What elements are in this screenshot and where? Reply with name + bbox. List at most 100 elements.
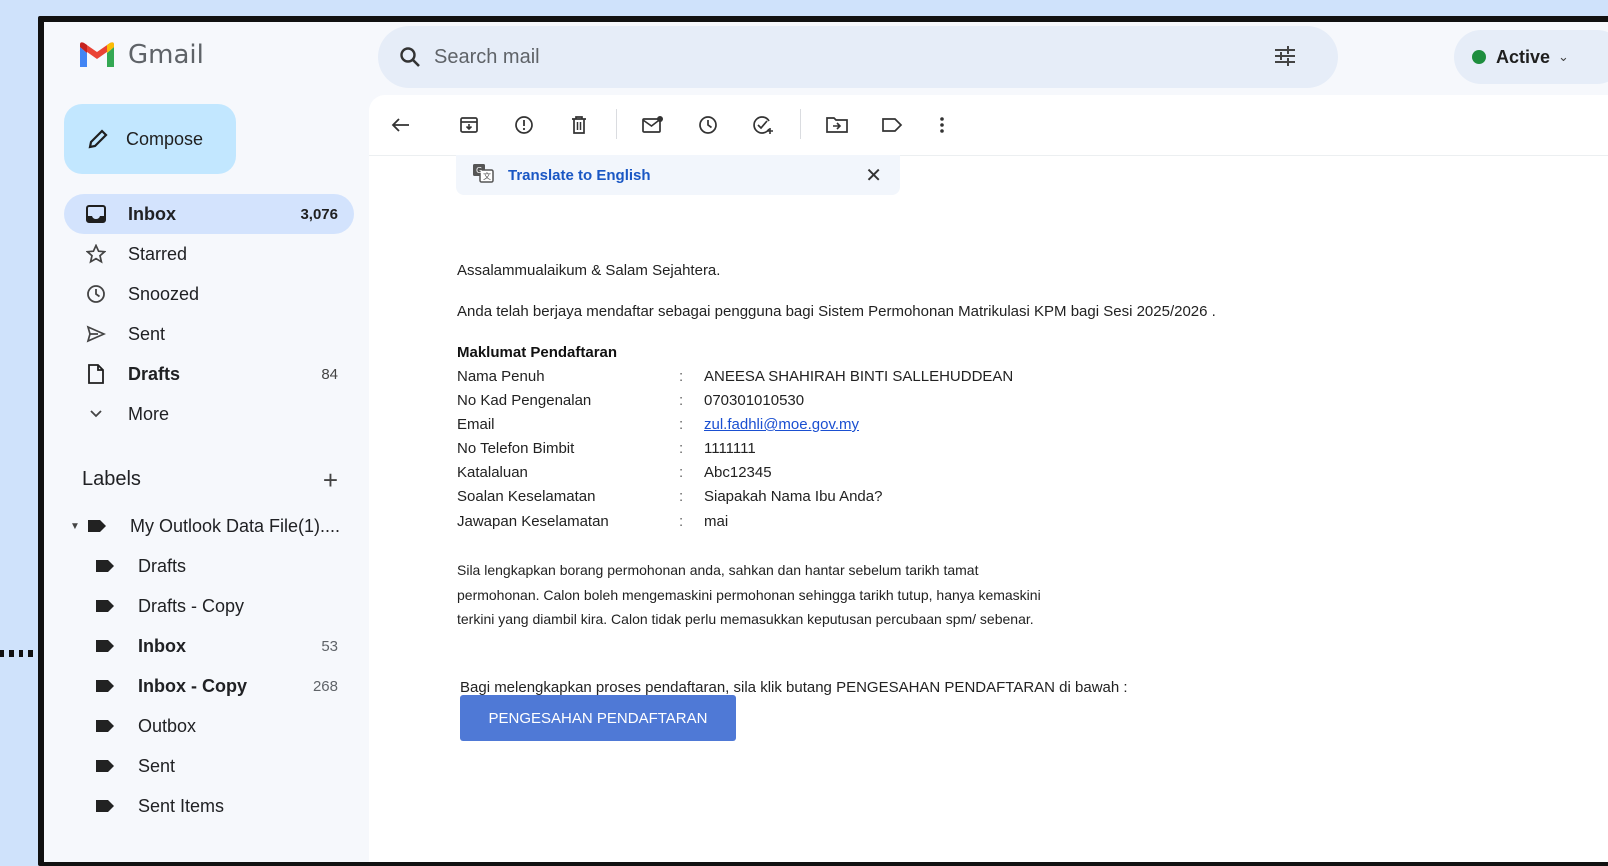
sidebar-nav: Inbox 3,076 Starred Snoozed Sent Drafts …: [64, 194, 354, 434]
labels-header: Labels +: [82, 467, 338, 493]
report-spam-icon[interactable]: [512, 113, 536, 137]
translate-icon: G文: [472, 163, 494, 188]
app-name: Gmail: [128, 40, 204, 70]
label-item[interactable]: ▼ My Outlook Data File(1)....: [64, 506, 354, 546]
mark-unread-icon[interactable]: [641, 113, 665, 137]
draft-count: 84: [321, 365, 338, 383]
label-item[interactable]: Inbox 53: [64, 626, 354, 666]
snooze-icon[interactable]: [696, 113, 720, 137]
label-item[interactable]: Drafts: [64, 546, 354, 586]
sidebar-item-label: Drafts: [128, 363, 181, 384]
detail-key: Jawapan Keselamatan: [457, 513, 609, 530]
chevron-down-icon: [84, 402, 108, 426]
sidebar-item-inbox[interactable]: Inbox 3,076: [64, 194, 354, 234]
trash-icon[interactable]: [567, 113, 591, 137]
caret-down-icon[interactable]: ▼: [70, 521, 80, 532]
detail-key: No Kad Pengenalan: [457, 392, 592, 409]
message-panel: G文 Translate to English ✕ Assalammualaik…: [369, 95, 1608, 862]
svg-text:G: G: [476, 166, 482, 175]
back-arrow-icon[interactable]: [389, 113, 413, 137]
detail-colon: :: [679, 464, 684, 481]
detail-value: ANEESA SHAHIRAH BINTI SALLEHUDDEAN: [704, 368, 1014, 385]
archive-icon[interactable]: [457, 113, 481, 137]
sidebar-item-drafts[interactable]: Drafts 84: [64, 354, 354, 394]
labels-title: Labels: [82, 468, 141, 490]
gmail-window: Gmail Active ⌄ Compose Inbox: [44, 22, 1608, 862]
gmail-m-icon: [80, 42, 114, 67]
toolbar-divider: [616, 109, 617, 139]
label-as-icon[interactable]: [880, 113, 904, 137]
detail-value: mai: [704, 513, 729, 530]
label-item[interactable]: Inbox - Copy 268: [64, 666, 354, 706]
sidebar-item-more[interactable]: More: [64, 394, 354, 434]
sidebar-item-label: Inbox: [128, 203, 176, 224]
more-options-icon[interactable]: [930, 113, 954, 137]
sidebar-item-label: Snoozed: [128, 283, 200, 304]
search-bar[interactable]: [378, 26, 1338, 88]
move-to-icon[interactable]: [825, 113, 849, 137]
translate-link[interactable]: Translate to English: [508, 167, 651, 184]
chevron-down-icon: ⌄: [1558, 49, 1569, 64]
label-name: Inbox - Copy: [138, 675, 247, 696]
label-name: Outbox: [138, 715, 197, 736]
label-icon: [88, 520, 106, 532]
section-title: Maklumat Pendaftaran: [457, 344, 618, 361]
labels-list: ▼ My Outlook Data File(1).... Drafts Dra…: [64, 506, 354, 826]
unread-count: 3,076: [300, 205, 338, 223]
label-name: Sent Items: [138, 795, 225, 816]
detail-key: Katalaluan: [457, 464, 528, 481]
label-name: Inbox: [138, 635, 186, 656]
label-icon: [96, 600, 114, 612]
search-input[interactable]: [432, 44, 1196, 70]
translate-banner: G文 Translate to English ✕: [456, 155, 900, 195]
label-icon: [96, 760, 114, 772]
paragraph-line: terkini yang diambil kira. Calon tidak p…: [457, 611, 1034, 627]
compose-button[interactable]: Compose: [64, 104, 236, 174]
gmail-logo[interactable]: Gmail: [78, 40, 204, 70]
label-name: My Outlook Data File(1)....: [130, 515, 341, 536]
detail-key: Email: [457, 416, 495, 433]
send-icon: [84, 322, 108, 346]
label-icon: [96, 720, 114, 732]
pencil-icon: [86, 127, 110, 151]
email-link[interactable]: zul.fadhli@moe.gov.my: [704, 416, 859, 433]
instruction-text: Bagi melengkapkan proses pendaftaran, si…: [460, 679, 1128, 696]
label-item[interactable]: Sent: [64, 746, 354, 786]
add-label-icon[interactable]: +: [323, 467, 338, 493]
detail-colon: :: [679, 416, 684, 433]
label-name: Sent: [138, 755, 176, 776]
detail-colon: :: [679, 513, 684, 530]
search-icon[interactable]: [396, 43, 424, 71]
confirm-registration-button[interactable]: PENGESAHAN PENDAFTARAN: [460, 695, 736, 741]
detail-value: 070301010530: [704, 392, 805, 409]
email-intro: Anda telah berjaya mendaftar sebagai pen…: [457, 303, 1216, 320]
svg-text:文: 文: [483, 171, 491, 181]
status-indicator[interactable]: Active ⌄: [1454, 30, 1608, 84]
message-toolbar: [369, 95, 1608, 156]
label-name: Drafts: [138, 555, 187, 576]
decorative-dots: [0, 650, 43, 658]
add-task-icon[interactable]: [751, 113, 775, 137]
label-item[interactable]: Sent Items: [64, 786, 354, 826]
label-item[interactable]: Outbox: [64, 706, 354, 746]
close-icon[interactable]: ✕: [865, 163, 882, 188]
status-dot: [1472, 50, 1486, 64]
star-icon: [84, 242, 108, 266]
detail-colon: :: [679, 440, 684, 457]
detail-colon: :: [679, 392, 684, 409]
sidebar-item-starred[interactable]: Starred: [64, 234, 354, 274]
paragraph-line: permohonan. Calon boleh mengemaskini per…: [457, 587, 1041, 603]
label-count: 53: [321, 637, 338, 655]
detail-key: No Telefon Bimbit: [457, 440, 575, 457]
detail-value: Abc12345: [704, 464, 772, 481]
sidebar-item-snoozed[interactable]: Snoozed: [64, 274, 354, 314]
label-count: 268: [312, 677, 338, 695]
label-item[interactable]: Drafts - Copy: [64, 586, 354, 626]
sidebar-item-sent[interactable]: Sent: [64, 314, 354, 354]
clock-icon: [84, 282, 108, 306]
status-label: Active: [1496, 46, 1551, 67]
search-options-icon[interactable]: [1272, 43, 1298, 74]
label-name: Drafts - Copy: [138, 595, 245, 616]
draft-icon: [84, 362, 108, 386]
sidebar-item-label: Sent: [128, 323, 166, 344]
